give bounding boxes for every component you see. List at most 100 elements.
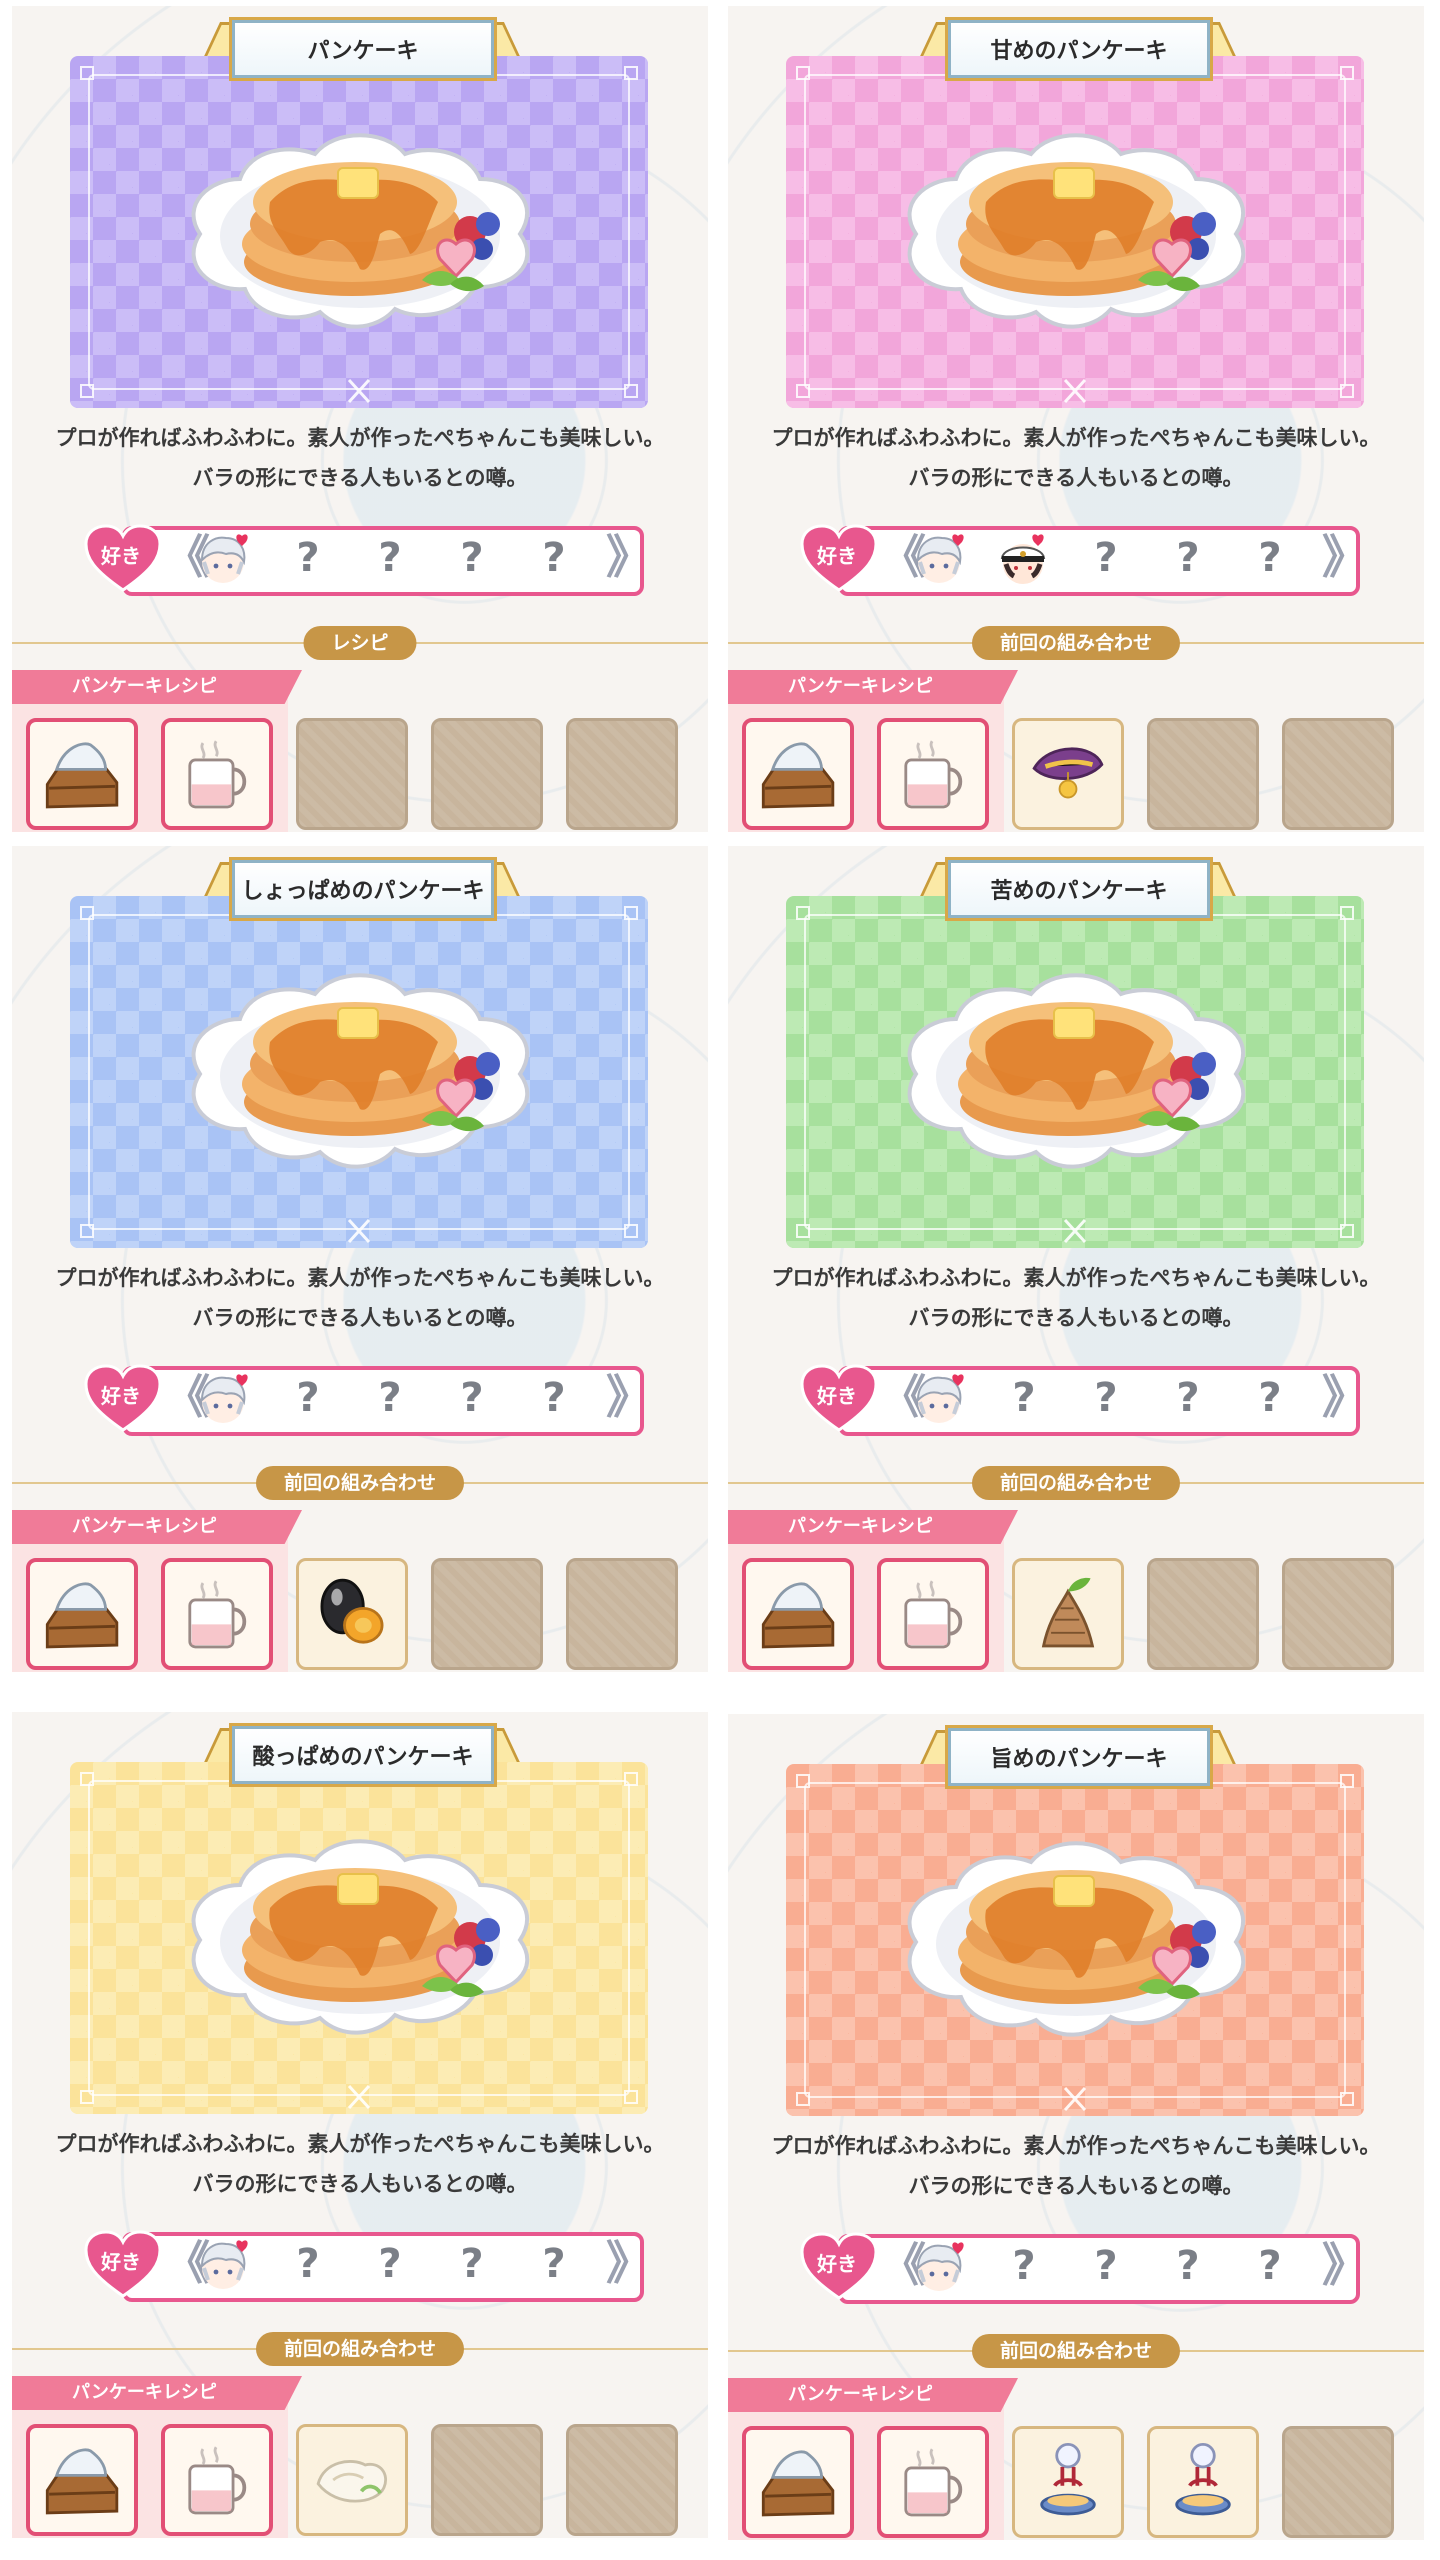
flour-sack-icon: [45, 742, 119, 809]
ingredient-area: パンケーキレシピ: [728, 1510, 1424, 1672]
scroll-left-button[interactable]: 《: [164, 530, 210, 584]
milk-mug-slot[interactable]: [877, 1558, 989, 1670]
ingredient-area: パンケーキレシピ: [728, 2378, 1424, 2540]
unknown-character-slot: ?: [1258, 1375, 1282, 1421]
milk-mug-slot[interactable]: [161, 2424, 273, 2536]
flour-sack-slot[interactable]: [26, 2424, 138, 2536]
empty-ingredient-slot[interactable]: [1282, 1558, 1394, 1670]
unknown-character-slot: ?: [1094, 1375, 1118, 1421]
scroll-left-button[interactable]: 《: [164, 1370, 210, 1424]
ingredient-slots: [742, 1558, 1422, 1670]
milk-mug-icon: [904, 1580, 963, 1649]
scroll-left-button[interactable]: 《: [880, 2238, 926, 2292]
dango-bowl-slot[interactable]: [1012, 2426, 1124, 2538]
flour-sack-slot[interactable]: [742, 2426, 854, 2538]
scroll-right-button[interactable]: 》: [606, 2236, 652, 2290]
likes-label: 好き: [101, 1384, 141, 1408]
ingredient-area: パンケーキレシピ: [12, 670, 708, 832]
scroll-right-button[interactable]: 》: [606, 530, 652, 584]
empty-ingredient-slot[interactable]: [566, 718, 678, 830]
section-label: 前回の組み合わせ: [971, 626, 1181, 660]
recipe-panel-5: 酸っぱめのパンケーキ プロが作ればふわふわに。素人が作ったぺちゃんこも美味しい。…: [12, 1712, 708, 2538]
cutlery-icon: [1063, 2086, 1087, 2112]
empty-ingredient-slot[interactable]: [566, 1558, 678, 1670]
liked-character-1[interactable]: [196, 2236, 254, 2294]
scroll-right-button[interactable]: 》: [1322, 530, 1368, 584]
description-line-1: プロが作ればふわふわに。素人が作ったぺちゃんこも美味しい。: [55, 426, 665, 450]
dish-description: プロが作ればふわふわに。素人が作ったぺちゃんこも美味しい。 バラの形にできる人も…: [12, 1258, 708, 1338]
empty-ingredient-slot[interactable]: [566, 2424, 678, 2536]
empty-ingredient-slot[interactable]: [431, 718, 543, 830]
scroll-right-button[interactable]: 》: [1322, 1370, 1368, 1424]
milk-mug-slot[interactable]: [161, 1558, 273, 1670]
pancake-dish-image: [191, 1839, 530, 2035]
liked-character-2[interactable]: [994, 530, 1052, 588]
empty-ingredient-slot[interactable]: [1282, 2426, 1394, 2538]
scroll-left-button[interactable]: 《: [880, 530, 926, 584]
dish-description: プロが作ればふわふわに。素人が作ったぺちゃんこも美味しい。 バラの形にできる人も…: [728, 2126, 1424, 2206]
liked-character-1[interactable]: [912, 2238, 970, 2296]
dish-card: [70, 896, 648, 1248]
likes-label: 好き: [101, 2250, 141, 2274]
bamboo-shoot-slot[interactable]: [1012, 1558, 1124, 1670]
recipe-tag: パンケーキレシピ: [728, 1510, 1018, 1544]
milk-mug-icon: [188, 1580, 247, 1649]
dango-bowl-slot[interactable]: [1147, 2426, 1259, 2538]
empty-ingredient-slot[interactable]: [296, 718, 408, 830]
section-label: 前回の組み合わせ: [255, 1466, 465, 1500]
likes-label: 好き: [817, 2252, 857, 2276]
flour-sack-icon: [45, 1582, 119, 1649]
liked-character-1[interactable]: [912, 1370, 970, 1428]
unknown-character-slot: ?: [296, 535, 320, 581]
section-label: 前回の組み合わせ: [971, 2334, 1181, 2368]
scroll-left-button[interactable]: 《: [880, 1370, 926, 1424]
description-line-2: バラの形にできる人もいるとの噂。: [908, 466, 1244, 490]
dish-description: プロが作ればふわふわに。素人が作ったぺちゃんこも美味しい。 バラの形にできる人も…: [728, 1258, 1424, 1338]
dish-card: [786, 56, 1364, 408]
scroll-right-button[interactable]: 》: [1322, 2238, 1368, 2292]
recipe-panel-2: 甘めのパンケーキ プロが作ればふわふわに。素人が作ったぺちゃんこも美味しい。 バ…: [728, 6, 1424, 832]
recipe-panel-4: 苦めのパンケーキ プロが作ればふわふわに。素人が作ったぺちゃんこも美味しい。 バ…: [728, 846, 1424, 1672]
scroll-right-button[interactable]: 》: [606, 1370, 652, 1424]
dish-description: プロが作ればふわふわに。素人が作ったぺちゃんこも美味しい。 バラの形にできる人も…: [728, 418, 1424, 498]
cutlery-icon: [347, 1218, 371, 1244]
flour-sack-slot[interactable]: [742, 1558, 854, 1670]
description-line-1: プロが作ればふわふわに。素人が作ったぺちゃんこも美味しい。: [771, 426, 1381, 450]
empty-ingredient-slot[interactable]: [1147, 718, 1259, 830]
description-line-1: プロが作ればふわふわに。素人が作ったぺちゃんこも美味しい。: [771, 2134, 1381, 2158]
flour-sack-slot[interactable]: [742, 718, 854, 830]
unknown-character-slot: ?: [378, 535, 402, 581]
liked-character-1[interactable]: [912, 530, 970, 588]
flour-sack-slot[interactable]: [26, 1558, 138, 1670]
chicken-breast-slot[interactable]: [296, 2424, 408, 2536]
flour-sack-icon: [761, 742, 835, 809]
milk-mug-slot[interactable]: [877, 718, 989, 830]
unknown-character-slot: ?: [1012, 1375, 1036, 1421]
liked-character-1[interactable]: [196, 1370, 254, 1428]
flour-sack-icon: [45, 2448, 119, 2515]
recipe-tag: パンケーキレシピ: [12, 2376, 302, 2410]
liked-character-1[interactable]: [196, 530, 254, 588]
description-line-1: プロが作ればふわふわに。素人が作ったぺちゃんこも美味しい。: [55, 2132, 665, 2156]
section-header: 前回の組み合わせ: [12, 2332, 708, 2366]
empty-ingredient-slot[interactable]: [431, 1558, 543, 1670]
unknown-character-slot: ?: [542, 535, 566, 581]
empty-ingredient-slot[interactable]: [1147, 1558, 1259, 1670]
cutlery-icon: [347, 378, 371, 404]
dish-title: 旨めのパンケーキ: [948, 1728, 1210, 1786]
unknown-character-slot: ?: [542, 1375, 566, 1421]
sweet-potato-icon: [1032, 747, 1104, 799]
section-label: 前回の組み合わせ: [971, 1466, 1181, 1500]
section-header: レシピ: [12, 626, 708, 660]
sweet-potato-slot[interactable]: [1012, 718, 1124, 830]
empty-ingredient-slot[interactable]: [431, 2424, 543, 2536]
ingredient-area: パンケーキレシピ: [12, 2376, 708, 2538]
empty-ingredient-slot[interactable]: [1282, 718, 1394, 830]
description-line-2: バラの形にできる人もいるとの噂。: [192, 1306, 528, 1330]
scroll-left-button[interactable]: 《: [164, 2236, 210, 2290]
salted-egg-slot[interactable]: [296, 1558, 408, 1670]
milk-mug-slot[interactable]: [877, 2426, 989, 2538]
dish-card: [70, 56, 648, 408]
milk-mug-slot[interactable]: [161, 718, 273, 830]
flour-sack-slot[interactable]: [26, 718, 138, 830]
